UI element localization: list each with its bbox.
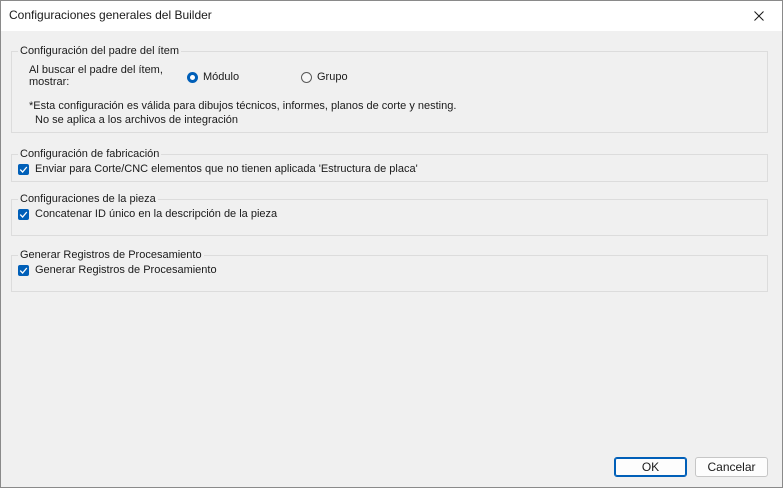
fabrication-config-legend: Configuración de fabricación (18, 147, 162, 161)
radio-grupo[interactable]: Grupo (301, 71, 348, 83)
checkbox-checked-icon (18, 163, 29, 175)
settings-dialog: Configuraciones generales del Builder Co… (0, 0, 783, 488)
radio-unselected-icon (301, 71, 312, 83)
cancel-button[interactable]: Cancelar (695, 457, 768, 477)
radio-grupo-label: Grupo (317, 71, 348, 83)
radio-selected-icon (187, 71, 198, 83)
close-icon (754, 11, 764, 21)
checkmark-icon (19, 211, 28, 218)
checkbox-checked-icon (18, 264, 29, 276)
checkmark-icon (19, 267, 28, 274)
checkmark-icon (19, 166, 28, 173)
integration-note: No se aplica a los archivos de integraci… (35, 114, 239, 126)
search-parent-label-line2: mostrar: (29, 76, 70, 88)
piece-config-group: Configuraciones de la pieza Concatenar I… (11, 192, 768, 236)
ok-button[interactable]: OK (614, 457, 687, 477)
fabrication-config-group: Configuración de fabricación Enviar para… (11, 147, 768, 182)
send-cnc-checkbox[interactable]: Enviar para Corte/CNC elementos que no t… (18, 163, 418, 175)
search-parent-label-line1: Al buscar el padre del ítem, (29, 64, 163, 76)
title-bar: Configuraciones generales del Builder (1, 1, 782, 31)
generate-records-checkbox[interactable]: Generar Registros de Procesamiento (18, 264, 217, 276)
piece-config-legend: Configuraciones de la pieza (18, 192, 158, 206)
parent-config-legend: Configuración del padre del ítem (18, 44, 181, 58)
close-button[interactable] (736, 1, 782, 31)
radio-modulo-label: Módulo (203, 71, 240, 83)
search-parent-label: Al buscar el padre del ítem, mostrar: (29, 64, 163, 88)
radio-modulo[interactable]: Módulo (187, 71, 239, 83)
concat-id-label: Concatenar ID único en la descripción de… (35, 208, 278, 220)
processing-records-group: Generar Registros de Procesamiento Gener… (11, 248, 768, 292)
concat-id-checkbox[interactable]: Concatenar ID único en la descripción de… (18, 208, 277, 220)
send-cnc-label: Enviar para Corte/CNC elementos que no t… (35, 163, 418, 175)
validity-note: *Esta configuración es válida para dibuj… (29, 100, 457, 112)
checkbox-checked-icon (18, 208, 29, 220)
window-title: Configuraciones generales del Builder (9, 8, 212, 22)
parent-config-group: Configuración del padre del ítem Al busc… (11, 44, 768, 133)
generate-records-label: Generar Registros de Procesamiento (35, 264, 217, 276)
processing-records-legend: Generar Registros de Procesamiento (18, 248, 204, 262)
